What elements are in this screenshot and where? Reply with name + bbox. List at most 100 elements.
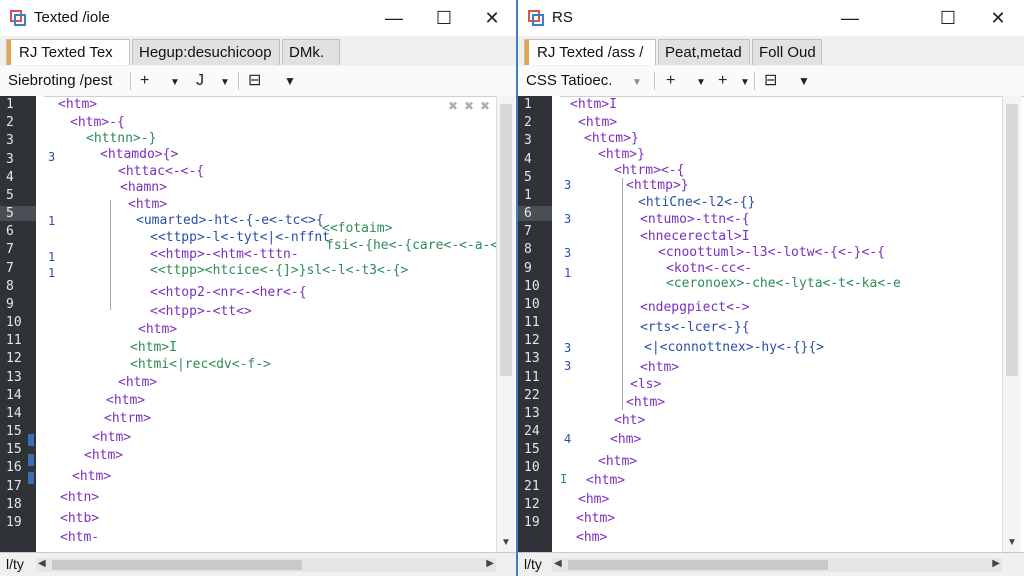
bookmark-marker[interactable] bbox=[28, 454, 34, 466]
left-tabbar: RJ Texted Tex Hegup:desuchicoop DMk. bbox=[0, 36, 516, 67]
add-button[interactable]: + bbox=[140, 70, 149, 92]
line-number-current: 6 bbox=[518, 206, 554, 221]
code-line: <ht> bbox=[614, 413, 646, 428]
add-button[interactable]: + bbox=[718, 70, 727, 92]
dropdown-icon[interactable]: ▼ bbox=[798, 70, 810, 92]
lane-number: 3 bbox=[48, 150, 56, 164]
vertical-scrollbar[interactable]: ▼ bbox=[496, 96, 515, 552]
code-line: <htm>-{ bbox=[70, 115, 125, 130]
fold-margin bbox=[552, 96, 560, 552]
scrollbar-thumb[interactable] bbox=[568, 560, 828, 570]
code-line: <htamdo>{> bbox=[100, 147, 179, 162]
tab-3[interactable]: DMk. bbox=[282, 39, 340, 65]
scroll-right-icon[interactable]: ▶ bbox=[992, 558, 1000, 569]
code-line: <ceronoex>-che<-lyta<-t<-ka<-e bbox=[666, 276, 901, 291]
close-button[interactable]: ✕ bbox=[984, 6, 1012, 30]
code-line: <htn> bbox=[60, 490, 100, 505]
right-titlebar[interactable]: RS — ☐ ✕ bbox=[518, 0, 1024, 36]
bookmark-marker[interactable] bbox=[28, 472, 34, 484]
line-number: 5 bbox=[524, 170, 532, 185]
tab-3[interactable]: Foll Oud bbox=[752, 39, 822, 65]
chevron-down-icon[interactable]: ▼ bbox=[632, 72, 642, 94]
code-line: <<htmp>-<htm<-tttn- bbox=[150, 247, 299, 262]
code-line: <ntumo>-ttn<-{ bbox=[640, 212, 750, 227]
toolbar-label: Siebroting /pest bbox=[8, 72, 113, 89]
chevron-down-icon[interactable]: ▼ bbox=[740, 72, 750, 94]
left-titlebar[interactable]: Texted /iole — ☐ ✕ bbox=[0, 0, 516, 36]
vertical-scrollbar[interactable]: ▼ bbox=[1002, 96, 1021, 552]
line-number: 12 bbox=[524, 497, 540, 512]
line-number: 9 bbox=[524, 261, 532, 276]
line-number: 4 bbox=[524, 152, 532, 167]
chevron-down-icon[interactable]: ▼ bbox=[696, 72, 706, 94]
toolbar-separator bbox=[238, 72, 239, 90]
scroll-down-icon[interactable]: ▼ bbox=[1007, 537, 1017, 548]
panel-icon[interactable]: ⊟ bbox=[248, 70, 261, 92]
line-number: 1 bbox=[524, 97, 532, 112]
code-line: <hamn> bbox=[120, 180, 167, 195]
tab-1[interactable]: RJ Texted Tex bbox=[6, 39, 130, 65]
close-icon[interactable]: ✖ bbox=[448, 99, 458, 113]
close-icon[interactable]: ✖ bbox=[480, 99, 490, 113]
lane-number: 3 bbox=[564, 178, 572, 192]
status-bar: l/ty ◀ ▶ bbox=[0, 552, 516, 576]
horizontal-scrollbar[interactable]: ◀ ▶ bbox=[552, 558, 1002, 572]
line-number: 1 bbox=[524, 188, 532, 203]
close-button[interactable]: ✕ bbox=[478, 6, 506, 30]
tab-label: Hegup:desuchicoop bbox=[139, 44, 272, 61]
line-number: 21 bbox=[524, 479, 540, 494]
code-line: <httac<-<-{ bbox=[118, 164, 205, 179]
code-line: <kotn<-cc<- bbox=[666, 261, 753, 276]
right-toolbar: CSS Tatioec. ▼ + ▼ + ▼ ⊟ ▼ bbox=[518, 66, 1024, 97]
maximize-button[interactable]: ☐ bbox=[934, 6, 962, 30]
chevron-down-icon[interactable]: ▼ bbox=[220, 72, 230, 94]
line-number: 4 bbox=[6, 170, 14, 185]
scrollbar-thumb[interactable] bbox=[500, 104, 512, 376]
toolbar-separator bbox=[130, 72, 131, 90]
scroll-left-icon[interactable]: ◀ bbox=[38, 558, 46, 569]
bookmark-marker[interactable] bbox=[28, 434, 34, 446]
code-line: <<ttpp>-l<-tyt<|<-nffnt bbox=[150, 230, 331, 245]
scrollbar-thumb[interactable] bbox=[1006, 104, 1018, 376]
lane-number: 3 bbox=[564, 212, 572, 226]
format-button[interactable]: J bbox=[196, 70, 204, 92]
lane-number: I bbox=[560, 472, 568, 486]
toolbar-label: CSS Tatioec. bbox=[526, 72, 613, 89]
lane-number: 4 bbox=[564, 432, 572, 446]
minimize-button[interactable]: — bbox=[380, 6, 408, 30]
scrollbar-thumb[interactable] bbox=[52, 560, 302, 570]
scroll-left-icon[interactable]: ◀ bbox=[554, 558, 562, 569]
line-number: 8 bbox=[6, 279, 14, 294]
tab-label: DMk. bbox=[289, 44, 324, 61]
close-icon[interactable]: ✖ bbox=[464, 99, 474, 113]
code-line: <httmp>} bbox=[626, 178, 689, 193]
scroll-right-icon[interactable]: ▶ bbox=[486, 558, 494, 569]
tab-1[interactable]: RJ Texted /ass / bbox=[524, 39, 656, 65]
lane-number: 1 bbox=[48, 266, 56, 280]
left-editor-window: Texted /iole — ☐ ✕ RJ Texted Tex Hegup:d… bbox=[0, 0, 518, 576]
lane-number: 1 bbox=[564, 266, 572, 280]
maximize-button[interactable]: ☐ bbox=[430, 6, 458, 30]
code-line: <hnecerectal>I bbox=[640, 229, 750, 244]
line-number: 17 bbox=[6, 479, 22, 494]
tab-2[interactable]: Peat,metad bbox=[658, 39, 750, 65]
code-line: <htcm>} bbox=[584, 131, 639, 146]
minimize-button[interactable]: — bbox=[836, 6, 864, 30]
dropdown-icon[interactable]: ▼ bbox=[284, 70, 296, 92]
window-title: RS bbox=[552, 9, 573, 26]
code-overflow: fsi<-{he<-{care<-<-a-< bbox=[326, 238, 499, 253]
code-line: <htmi<|rec<dv<-f-> bbox=[130, 357, 271, 372]
add-button[interactable]: + bbox=[666, 70, 675, 92]
tab-2[interactable]: Hegup:desuchicoop bbox=[132, 39, 280, 65]
line-number: 7 bbox=[6, 242, 14, 257]
code-line: <htrm><-{ bbox=[614, 163, 685, 178]
toolbar-separator bbox=[654, 72, 655, 90]
line-number: 11 bbox=[524, 370, 540, 385]
horizontal-scrollbar[interactable]: ◀ ▶ bbox=[36, 558, 496, 572]
chevron-down-icon[interactable]: ▼ bbox=[170, 72, 180, 94]
code-line: <<htpp>-<tt<> bbox=[150, 304, 252, 319]
scroll-down-icon[interactable]: ▼ bbox=[501, 537, 511, 548]
panel-icon[interactable]: ⊟ bbox=[764, 70, 777, 92]
line-number: 11 bbox=[6, 333, 22, 348]
line-number: 13 bbox=[6, 370, 22, 385]
